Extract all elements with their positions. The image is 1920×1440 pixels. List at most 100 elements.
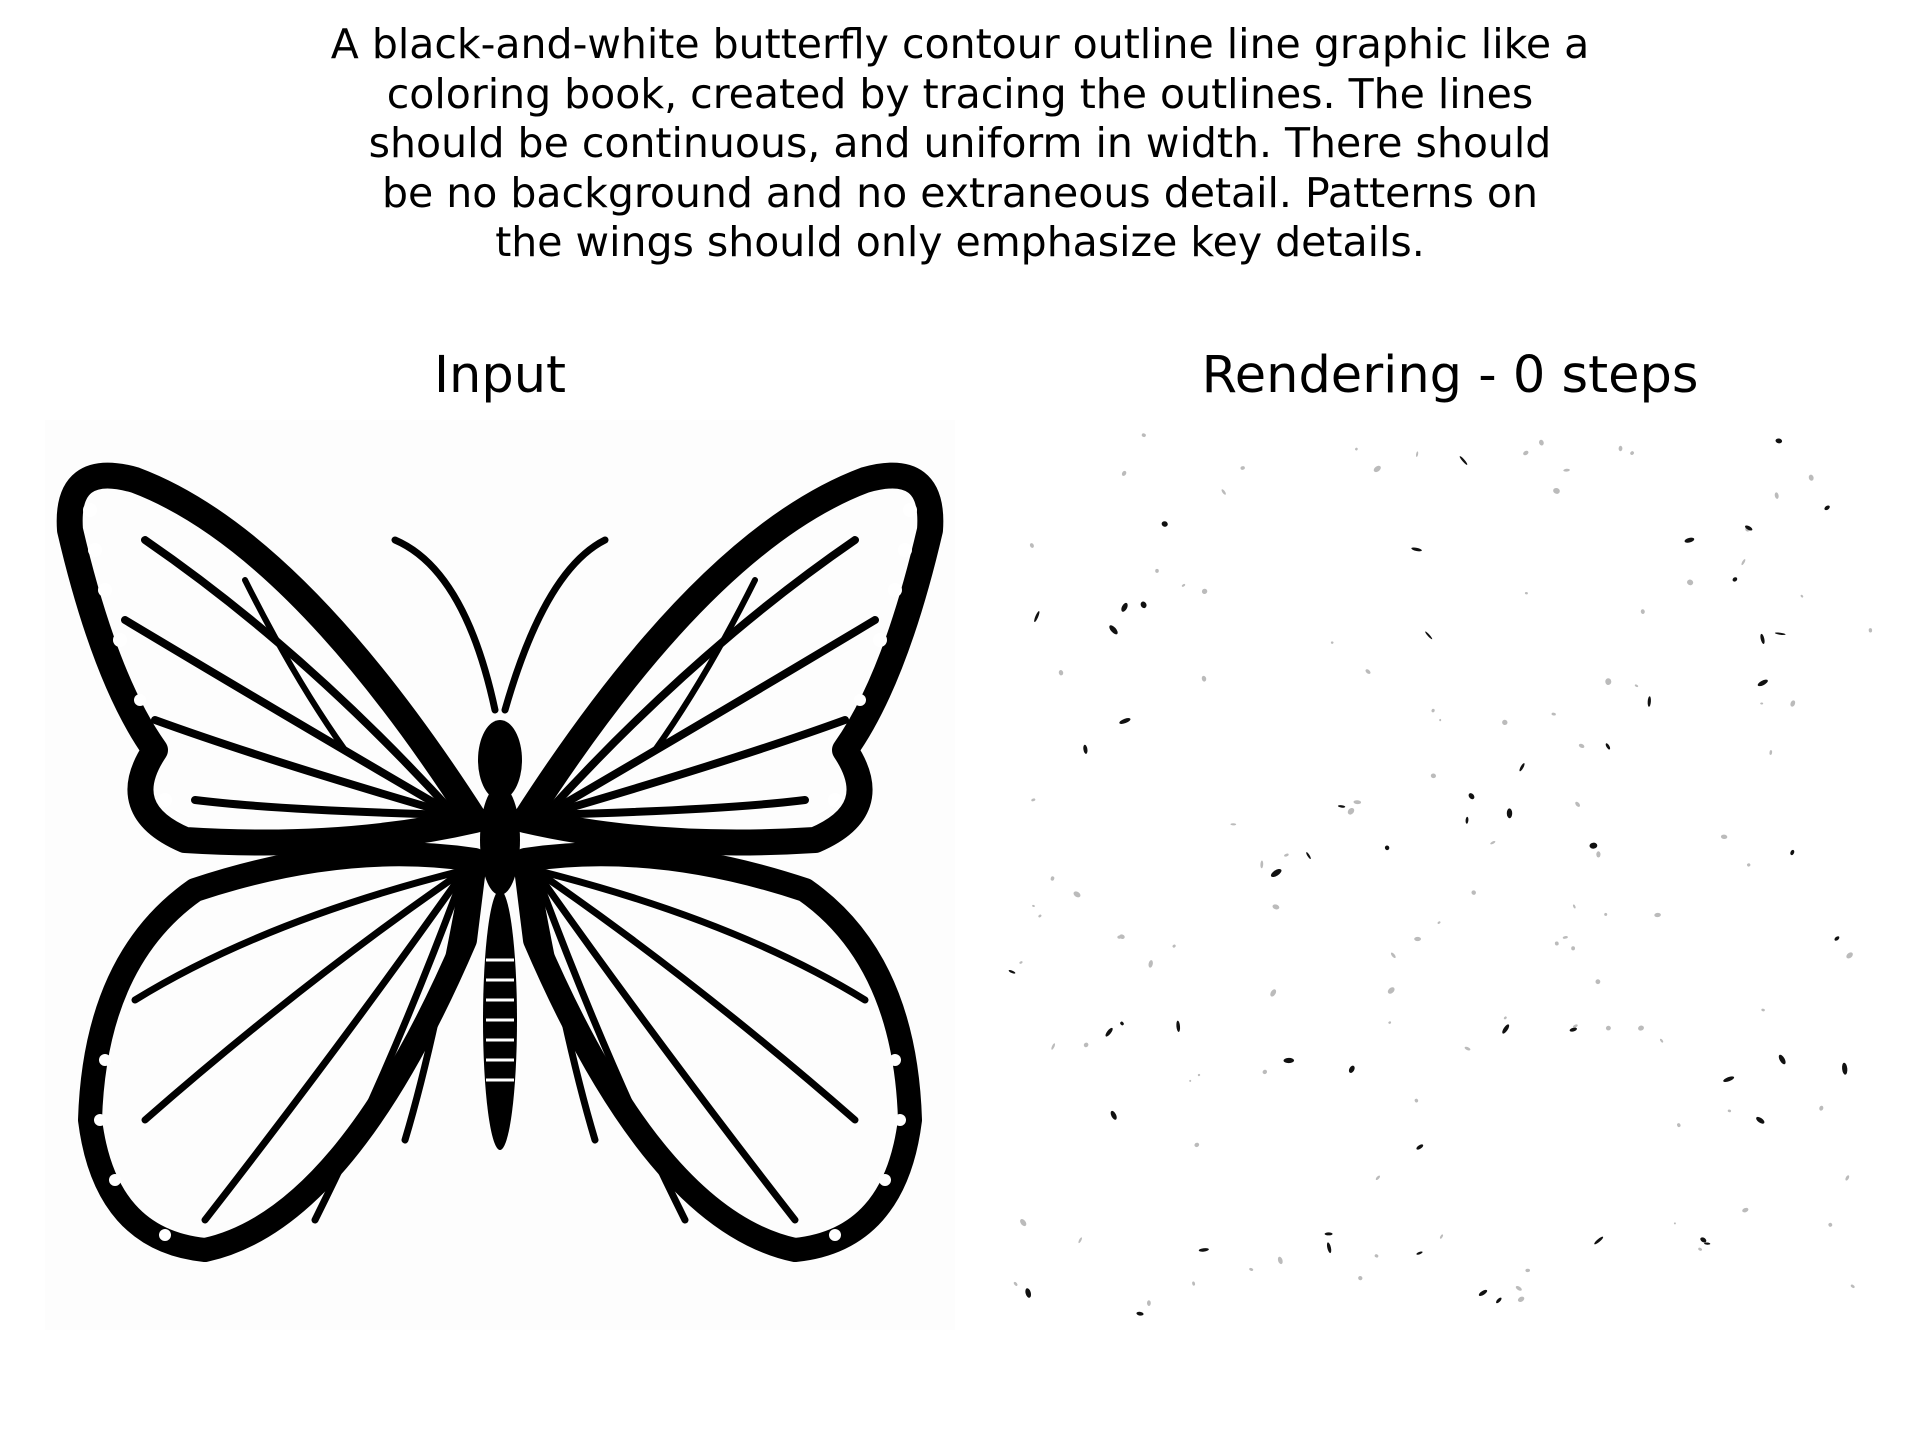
noise-speck	[1741, 559, 1746, 566]
noise-speck	[1073, 891, 1081, 898]
noise-speck	[1140, 601, 1147, 609]
prompt-line: should be continuous, and uniform in wid…	[368, 119, 1552, 167]
noise-speck	[1430, 773, 1436, 779]
noise-speck	[1110, 1110, 1117, 1120]
noise-speck	[1120, 1021, 1124, 1026]
noise-speck	[1517, 1296, 1525, 1303]
noise-speck	[1326, 1242, 1332, 1254]
noise-speck	[1496, 1297, 1502, 1304]
noise-speck	[1270, 868, 1282, 878]
noise-speck	[1554, 941, 1559, 946]
noise-speck	[1029, 543, 1034, 548]
noise-speck	[1761, 1008, 1765, 1012]
noise-speck	[1471, 890, 1476, 895]
noise-speck	[1654, 912, 1661, 918]
noise-speck	[1684, 537, 1695, 543]
noise-speck	[1155, 568, 1159, 573]
noise-speck	[1136, 1311, 1144, 1316]
noise-speck	[1439, 718, 1442, 722]
noise-speck	[1032, 904, 1035, 907]
noise-speck	[1503, 1016, 1507, 1020]
noise-speck	[1353, 800, 1362, 805]
noise-speck	[1677, 1123, 1681, 1128]
noise-speck	[1742, 1207, 1749, 1213]
noise-speck	[1439, 1234, 1444, 1239]
noise-speck	[1365, 669, 1371, 674]
noise-speck	[1172, 944, 1176, 948]
noise-speck	[1416, 1144, 1424, 1150]
prompt-line: be no background and no extraneous detai…	[382, 168, 1538, 217]
noise-speck	[1660, 1038, 1664, 1043]
noise-speck	[1605, 1025, 1611, 1031]
noise-speck	[1551, 712, 1556, 716]
noise-speck	[1769, 750, 1773, 755]
noise-speck	[1594, 1236, 1604, 1245]
noise-speck	[1647, 696, 1651, 707]
noise-speck	[1800, 594, 1804, 598]
noise-speck	[1846, 952, 1853, 959]
noise-speck	[1700, 1237, 1707, 1243]
noise-speck	[1573, 904, 1576, 909]
noise-speck	[1465, 816, 1469, 824]
noise-speck	[1834, 936, 1840, 941]
noise-speck	[1589, 842, 1598, 849]
noise-speck	[1790, 700, 1796, 707]
noise-speck	[1270, 989, 1277, 997]
noise-speck	[1373, 465, 1381, 473]
noise-speck	[1605, 678, 1612, 685]
noise-speck	[1034, 611, 1040, 623]
noise-speck	[1121, 602, 1128, 612]
noise-speck	[1757, 679, 1768, 687]
noise-speck	[1562, 936, 1568, 939]
noise-speck	[1008, 970, 1016, 974]
noise-speck	[1464, 1046, 1471, 1051]
noise-speck	[1778, 1054, 1786, 1065]
noise-speck	[1431, 708, 1435, 713]
noise-speck	[1306, 852, 1311, 860]
noise-speck	[1375, 1175, 1381, 1181]
noise-speck	[1201, 675, 1207, 682]
noise-speck	[1109, 625, 1118, 635]
noise-speck	[1083, 1042, 1089, 1048]
noise-speck	[1119, 718, 1131, 724]
noise-speck	[1437, 921, 1441, 924]
noise-speck	[1337, 805, 1346, 808]
noise-speck	[1774, 492, 1779, 499]
noise-speck	[1192, 1281, 1196, 1286]
noise-speck	[1727, 1109, 1732, 1113]
noise-speck	[1240, 466, 1245, 470]
noise-speck	[1194, 1142, 1200, 1148]
noise-speck	[1563, 468, 1570, 472]
noise-speck	[1025, 1288, 1032, 1298]
noise-speck	[1578, 743, 1585, 748]
noise-speck	[1181, 583, 1186, 587]
noise-speck	[1283, 1057, 1295, 1064]
noise-speck	[1506, 808, 1513, 819]
noise-speck	[1687, 579, 1694, 586]
noise-speck	[1019, 961, 1023, 964]
noise-speck	[1384, 845, 1390, 851]
noise-speck	[1387, 987, 1395, 994]
prompt-line: the wings should only emphasize key deta…	[495, 218, 1425, 266]
noise-speck	[1388, 1021, 1392, 1024]
noise-speck	[1478, 1289, 1488, 1296]
noise-speck	[1524, 591, 1528, 595]
noise-speck	[1630, 451, 1634, 455]
noise-speck	[1161, 521, 1168, 527]
noise-speck	[1596, 851, 1601, 858]
noise-speck	[1198, 1248, 1209, 1252]
noise-speck	[1197, 1073, 1201, 1077]
noise-speck	[1618, 445, 1623, 452]
noise-speck	[1539, 439, 1544, 446]
noise-speck	[1775, 438, 1783, 444]
noise-speck	[1468, 793, 1475, 800]
noise-speck	[1604, 912, 1608, 916]
noise-speck	[1416, 1251, 1423, 1255]
noise-speck	[1176, 1020, 1181, 1032]
noise-speck	[1347, 807, 1355, 815]
noise-speck	[1850, 1284, 1855, 1289]
noise-speck	[1230, 823, 1237, 826]
noise-speck	[1348, 1065, 1355, 1073]
noise-speck	[1515, 1286, 1522, 1291]
noise-speck	[1020, 1219, 1027, 1227]
